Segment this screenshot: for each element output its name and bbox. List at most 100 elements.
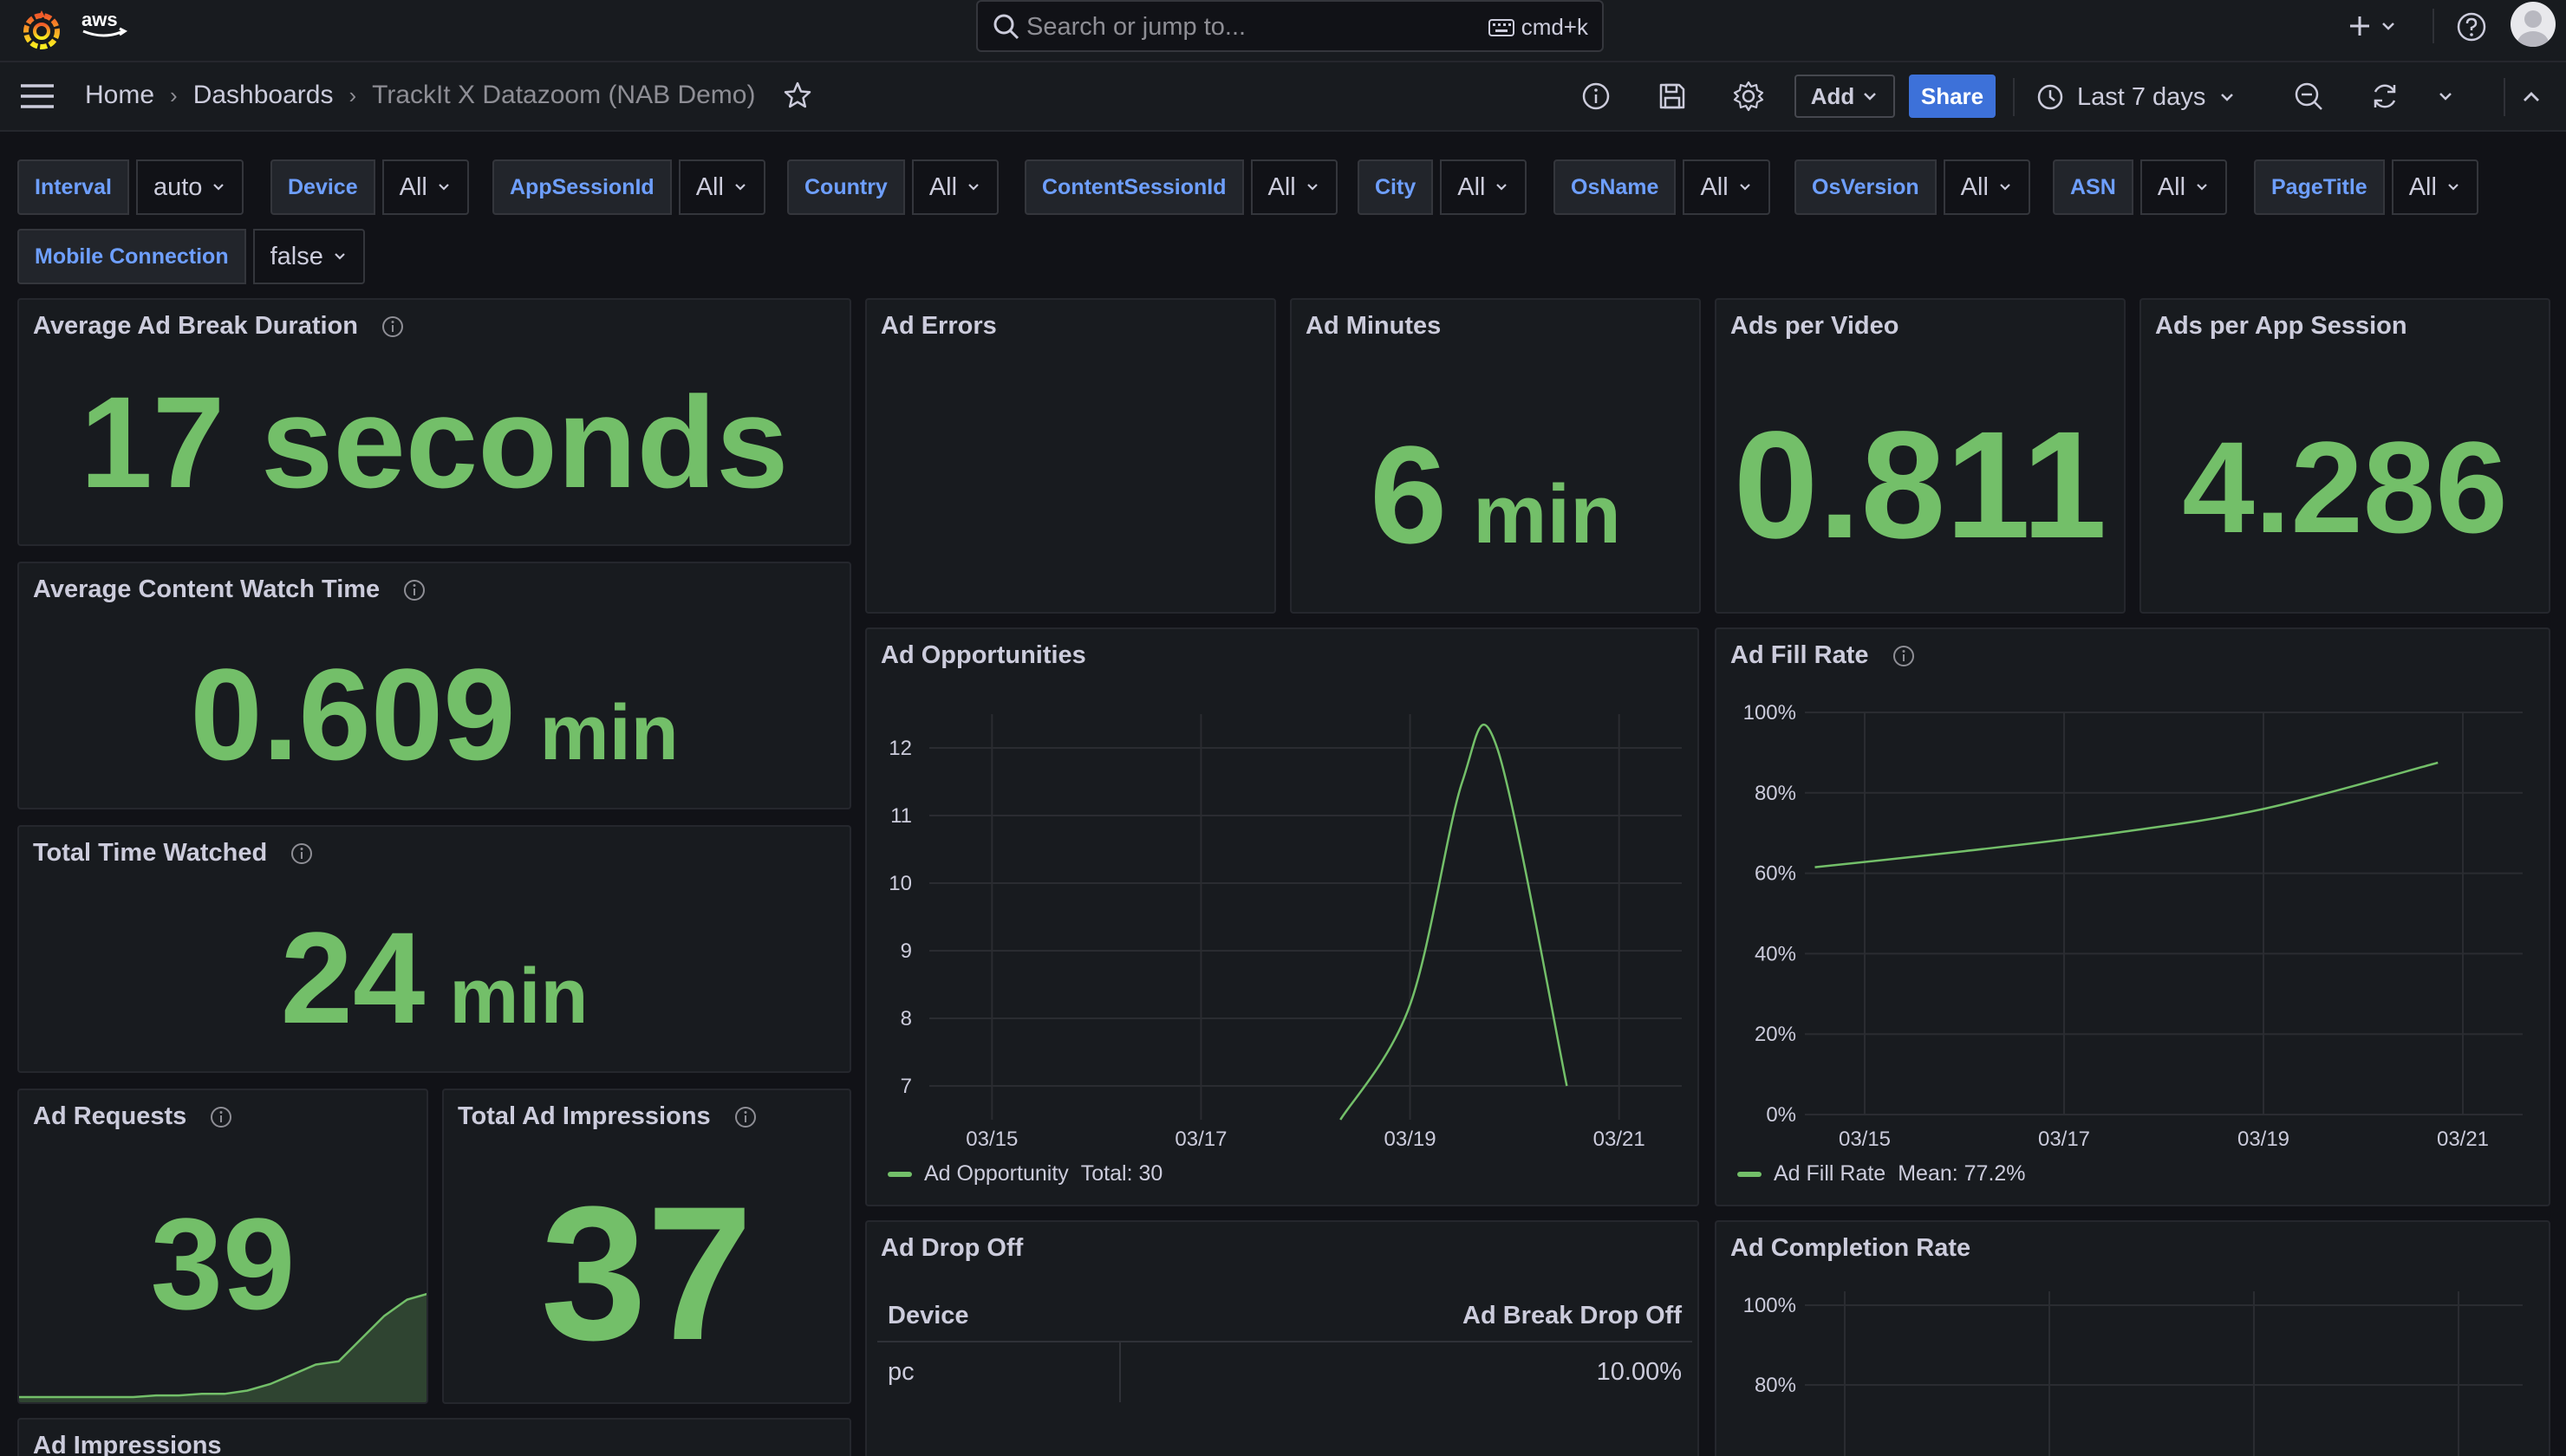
- variable-select[interactable]: All: [911, 159, 1000, 215]
- legend-stat: Mean: 77.2%: [1898, 1161, 2026, 1186]
- info-icon[interactable]: [209, 1105, 233, 1129]
- x-tick-label: 03/17: [2038, 1128, 2090, 1151]
- variable-select[interactable]: false: [252, 229, 365, 284]
- variable-select[interactable]: All: [1440, 159, 1527, 215]
- variable-label: PageTitle: [2254, 159, 2385, 215]
- panel-ad-fill-rate[interactable]: Ad Fill Rate 0% 20% 40% 60% 80% 100% 03/15 03/1…: [1715, 627, 2550, 1206]
- search-box[interactable]: Search or jump to... cmd+k: [976, 0, 1604, 52]
- breadcrumb-home[interactable]: Home: [85, 81, 154, 110]
- panel-ad-drop-off[interactable]: Ad Drop Off Device Ad Break Drop Off pc …: [865, 1220, 1699, 1456]
- grafana-logo-icon[interactable]: [19, 7, 64, 52]
- variable-value: All: [1960, 172, 1989, 201]
- chevron-down-icon: [2221, 94, 2234, 101]
- info-icon[interactable]: [402, 578, 427, 602]
- divider: [2504, 78, 2505, 116]
- variable-osname: OsName All: [1553, 159, 1770, 215]
- collapse-up-icon[interactable]: [2519, 85, 2543, 109]
- panel-ad-requests[interactable]: Ad Requests 39: [17, 1089, 428, 1404]
- chevron-down-icon: [1306, 184, 1318, 191]
- series-line: [1339, 723, 1568, 1121]
- variable-select[interactable]: All: [381, 159, 469, 215]
- variable-select[interactable]: All: [678, 159, 765, 215]
- variable-select[interactable]: All: [2391, 159, 2478, 215]
- variable-label: OsVersion: [1794, 159, 1937, 215]
- variable-label: AppSessionId: [492, 159, 672, 215]
- panel-title-text: Ad Minutes: [1306, 312, 1442, 340]
- panel-title-text: Ad Drop Off: [881, 1234, 1024, 1262]
- info-icon[interactable]: [381, 315, 405, 339]
- new-menu-button[interactable]: [2346, 9, 2398, 43]
- panel-avg-ad-break-duration[interactable]: Average Ad Break Duration 17 seconds: [17, 298, 851, 546]
- variable-select[interactable]: All: [1250, 159, 1338, 215]
- refresh-icon[interactable]: [2368, 80, 2401, 113]
- panel-total-ad-impressions[interactable]: Total Ad Impressions 37: [442, 1089, 851, 1404]
- info-icon[interactable]: [290, 842, 314, 866]
- stat-value-group: 24 min: [19, 908, 850, 1066]
- stat-unit: min: [449, 953, 589, 1040]
- stat-value-group: 0.609 min: [19, 645, 850, 803]
- panel-title: Total Ad Impressions: [458, 1102, 758, 1131]
- panel-ads-per-app-session[interactable]: Ads per App Session 4.286: [2139, 298, 2550, 614]
- panel-title-text: Ads per App Session: [2155, 312, 2407, 340]
- panel-total-time-watched[interactable]: Total Time Watched 24 min: [17, 825, 851, 1073]
- panel-title: Total Time Watched: [33, 839, 314, 868]
- y-tick-label: 100%: [1743, 1294, 1796, 1317]
- info-icon[interactable]: [1579, 80, 1612, 113]
- gear-icon[interactable]: [1732, 80, 1765, 113]
- legend-swatch: [888, 1171, 912, 1177]
- variable-device: Device All: [270, 159, 469, 215]
- variable-select[interactable]: All: [2139, 159, 2228, 215]
- panel-avg-content-watch-time[interactable]: Average Content Watch Time 0.609 min: [17, 562, 851, 809]
- variable-label: City: [1358, 159, 1434, 215]
- variable-contentsessionid: ContentSessionId All: [1025, 159, 1338, 215]
- panel-ad-errors[interactable]: Ad Errors: [865, 298, 1276, 614]
- add-button[interactable]: Add: [1794, 75, 1895, 118]
- refresh-interval-chevron-icon[interactable]: [2436, 87, 2455, 106]
- chevron-down-icon: [1739, 184, 1750, 191]
- variable-osversion: OsVersion All: [1794, 159, 2030, 215]
- panel-ad-completion-rate[interactable]: Ad Completion Rate 100% 80%: [1715, 1220, 2550, 1456]
- x-tick-label: 03/19: [2237, 1128, 2289, 1151]
- y-tick-label: 0%: [1766, 1103, 1796, 1127]
- panel-title-text: Ad Requests: [33, 1102, 187, 1130]
- user-icon: [2517, 10, 2549, 47]
- column-header-device[interactable]: Device: [877, 1291, 1120, 1342]
- breadcrumb-separator-icon: ›: [170, 81, 178, 108]
- chart-legend[interactable]: Ad Fill Rate Mean: 77.2%: [1737, 1161, 2026, 1186]
- ad-drop-off-table: Device Ad Break Drop Off pc 10.00%: [877, 1291, 1692, 1402]
- panel-ad-minutes[interactable]: Ad Minutes 6 min: [1290, 298, 1701, 614]
- variable-select[interactable]: All: [1943, 159, 2030, 215]
- x-tick-label: 03/19: [1384, 1128, 1436, 1151]
- variable-select[interactable]: auto: [135, 159, 244, 215]
- share-button[interactable]: Share: [1909, 75, 1996, 118]
- time-range-picker[interactable]: Last 7 days: [2035, 78, 2237, 116]
- panel-title-text: Average Ad Break Duration: [33, 312, 358, 340]
- menu-icon[interactable]: [19, 81, 55, 111]
- panel-title: Ad Drop Off: [881, 1234, 1023, 1263]
- info-icon[interactable]: [733, 1105, 758, 1129]
- user-avatar[interactable]: [2511, 2, 2556, 47]
- breadcrumb-dashboards[interactable]: Dashboards: [193, 81, 334, 110]
- series-line: [1814, 761, 2439, 868]
- save-icon[interactable]: [1656, 80, 1689, 113]
- ad-requests-sparkline: [19, 1292, 427, 1402]
- zoom-out-icon[interactable]: [2292, 80, 2325, 113]
- divider: [2432, 9, 2434, 43]
- y-tick-label: 40%: [1755, 942, 1796, 965]
- legend-swatch: [1737, 1171, 1762, 1177]
- panel-ads-per-video[interactable]: Ads per Video 0.811: [1715, 298, 2126, 614]
- panel-title: Ad Errors: [881, 312, 997, 341]
- chart-legend[interactable]: Ad Opportunity Total: 30: [888, 1161, 1163, 1186]
- help-icon[interactable]: [2455, 10, 2488, 43]
- x-tick-label: 03/21: [2437, 1128, 2489, 1151]
- chevron-down-icon: [1496, 184, 1508, 191]
- svg-text:aws: aws: [81, 9, 118, 30]
- column-header-ad-break-drop-off[interactable]: Ad Break Drop Off: [1120, 1291, 1692, 1342]
- sparkline-area: [19, 1294, 427, 1402]
- star-icon[interactable]: [783, 81, 812, 110]
- panel-title-text: Ad Errors: [881, 312, 997, 340]
- stat-value: 4.286: [2182, 414, 2508, 560]
- panel-ad-impressions[interactable]: Ad Impressions: [17, 1418, 851, 1456]
- variable-select[interactable]: All: [1683, 159, 1770, 215]
- panel-ad-opportunities[interactable]: Ad Opportunities 7 8 9 10 11 12 03/15 03/17 03/1…: [865, 627, 1699, 1206]
